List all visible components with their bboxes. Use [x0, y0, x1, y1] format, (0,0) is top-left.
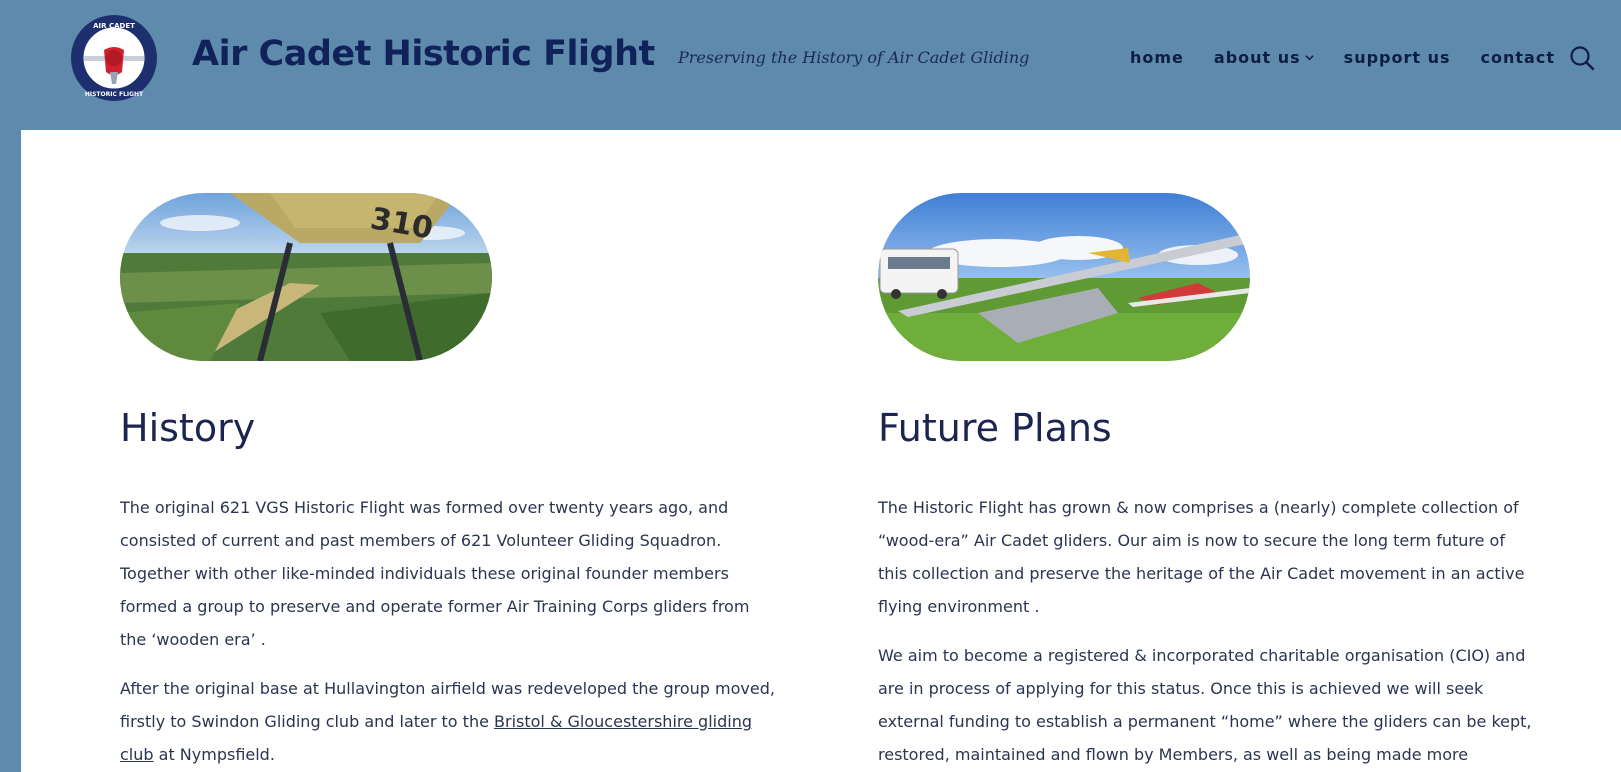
page: AIR CADET HISTORIC FLIGHT Air Cadet Hist…	[0, 0, 1621, 772]
site-title[interactable]: Air Cadet Historic Flight	[192, 34, 655, 74]
future-plans-section: Future Plans The Historic Flight has gro…	[878, 193, 1538, 772]
nav-about-us-label: about us	[1213, 48, 1301, 67]
history-section: 310 History The original 621 VGS Histori…	[120, 193, 780, 771]
site-logo[interactable]: AIR CADET HISTORIC FLIGHT	[70, 14, 158, 102]
logo-text-top: AIR CADET	[93, 22, 135, 30]
search-icon[interactable]	[1568, 44, 1596, 72]
chevron-down-icon	[1305, 55, 1314, 61]
gliders-on-airfield-photo	[878, 193, 1250, 361]
history-paragraph-2-end: at Nympsfield.	[153, 745, 275, 764]
nav-support-us-label: support us	[1343, 48, 1451, 67]
site-header: AIR CADET HISTORIC FLIGHT Air Cadet Hist…	[0, 0, 1621, 130]
future-plans-title: Future Plans	[878, 406, 1112, 450]
future-plans-paragraph-1: The Historic Flight has grown & now comp…	[878, 498, 1525, 616]
future-plans-paragraph-2: We aim to become a registered & incorpor…	[878, 646, 1532, 764]
nav-contact-label: contact	[1480, 48, 1555, 67]
nav-contact[interactable]: contact	[1481, 48, 1555, 67]
nav-home[interactable]: home	[1130, 48, 1184, 67]
history-paragraph-2: After the original base at Hullavington …	[120, 672, 780, 771]
logo-text-bottom: HISTORIC FLIGHT	[85, 91, 144, 98]
main-nav: home about us support us contact	[1130, 48, 1585, 67]
history-title: History	[120, 406, 256, 450]
nav-about-us[interactable]: about us	[1214, 48, 1314, 67]
aerial-view-from-glider-photo: 310	[120, 193, 492, 361]
history-paragraph-1: The original 621 VGS Historic Flight was…	[120, 498, 750, 649]
nav-home-label: home	[1130, 48, 1184, 67]
site-tagline: Preserving the History of Air Cadet Glid…	[678, 48, 1030, 67]
nav-support-us[interactable]: support us	[1344, 48, 1451, 67]
